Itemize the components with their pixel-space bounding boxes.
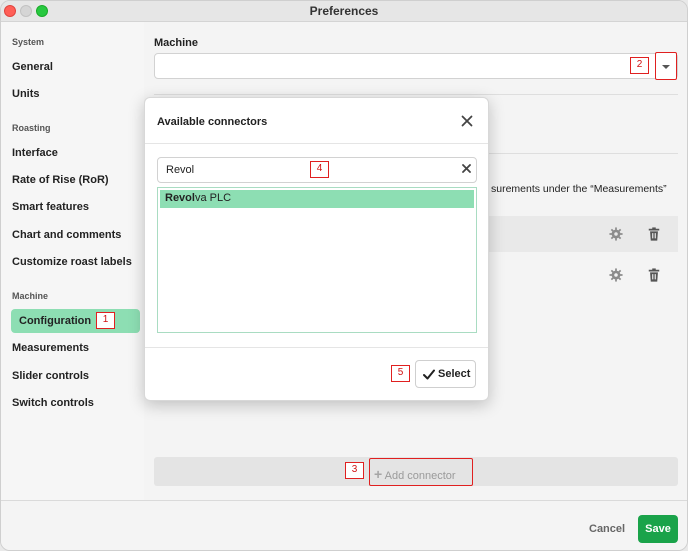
available-connectors-dialog: Available connectors 4 Revolva PLC 5 Sel…: [144, 97, 489, 401]
trash-icon[interactable]: [647, 227, 661, 241]
footer: Cancel Save: [1, 500, 687, 550]
preferences-window: Preferences System General Units Roastin…: [0, 0, 688, 551]
gear-icon[interactable]: [609, 268, 623, 282]
sidebar-item-configuration[interactable]: Configuration: [11, 309, 140, 333]
sidebar-item-customize-roast-labels[interactable]: Customize roast labels: [12, 256, 132, 268]
machine-label: Machine: [154, 37, 199, 49]
check-icon: [423, 369, 435, 380]
gear-icon[interactable]: [609, 227, 623, 241]
cancel-button[interactable]: Cancel: [589, 523, 625, 535]
sidebar-item-interface[interactable]: Interface: [12, 147, 58, 159]
sidebar-item-general[interactable]: General: [12, 61, 53, 73]
sidebar: System General Units Roasting Interface …: [1, 22, 144, 500]
annotation-marker-1: 1: [96, 312, 115, 329]
sidebar-section-roasting: Roasting: [12, 123, 51, 133]
title-bar: Preferences: [1, 1, 687, 22]
annotation-marker-2: 2: [630, 57, 649, 74]
sidebar-section-system: System: [12, 37, 45, 47]
divider: [145, 347, 488, 348]
result-rest-text: va PLC: [194, 192, 232, 204]
annotation-marker-5: 5: [391, 365, 410, 382]
add-connector-label: Add connector: [384, 470, 456, 482]
connector-results-list: Revolva PLC: [157, 187, 477, 333]
sidebar-item-rate-of-rise[interactable]: Rate of Rise (RoR): [12, 174, 109, 186]
sidebar-item-slider-controls[interactable]: Slider controls: [12, 370, 89, 382]
chevron-down-icon: [662, 65, 670, 69]
clear-icon[interactable]: [462, 164, 471, 173]
list-item[interactable]: Revolva PLC: [160, 190, 474, 208]
sidebar-item-switch-controls[interactable]: Switch controls: [12, 397, 94, 409]
close-icon[interactable]: [461, 115, 473, 127]
add-connector-button[interactable]: + Add connector: [369, 458, 473, 486]
measurements-info-text: surements under the “Measurements”: [491, 183, 667, 195]
select-label: Select: [438, 368, 471, 380]
dialog-title: Available connectors: [157, 116, 268, 128]
sidebar-item-chart-and-comments[interactable]: Chart and comments: [12, 229, 121, 241]
annotation-marker-3: 3: [345, 462, 364, 479]
sidebar-section-machine: Machine: [12, 291, 49, 301]
result-match-text: Revol: [165, 192, 195, 204]
trash-icon[interactable]: [647, 268, 661, 282]
machine-dropdown-toggle[interactable]: [655, 52, 677, 80]
sidebar-item-measurements[interactable]: Measurements: [12, 342, 89, 354]
window-title: Preferences: [309, 4, 379, 18]
sidebar-item-units[interactable]: Units: [12, 88, 40, 100]
divider: [145, 143, 488, 144]
save-button[interactable]: Save: [638, 515, 678, 543]
select-button[interactable]: Select: [415, 360, 476, 388]
divider: [154, 94, 678, 95]
plus-icon: +: [374, 466, 383, 482]
sidebar-item-smart-features[interactable]: Smart features: [12, 201, 89, 213]
annotation-marker-4: 4: [310, 161, 329, 178]
machine-select[interactable]: [154, 53, 678, 79]
